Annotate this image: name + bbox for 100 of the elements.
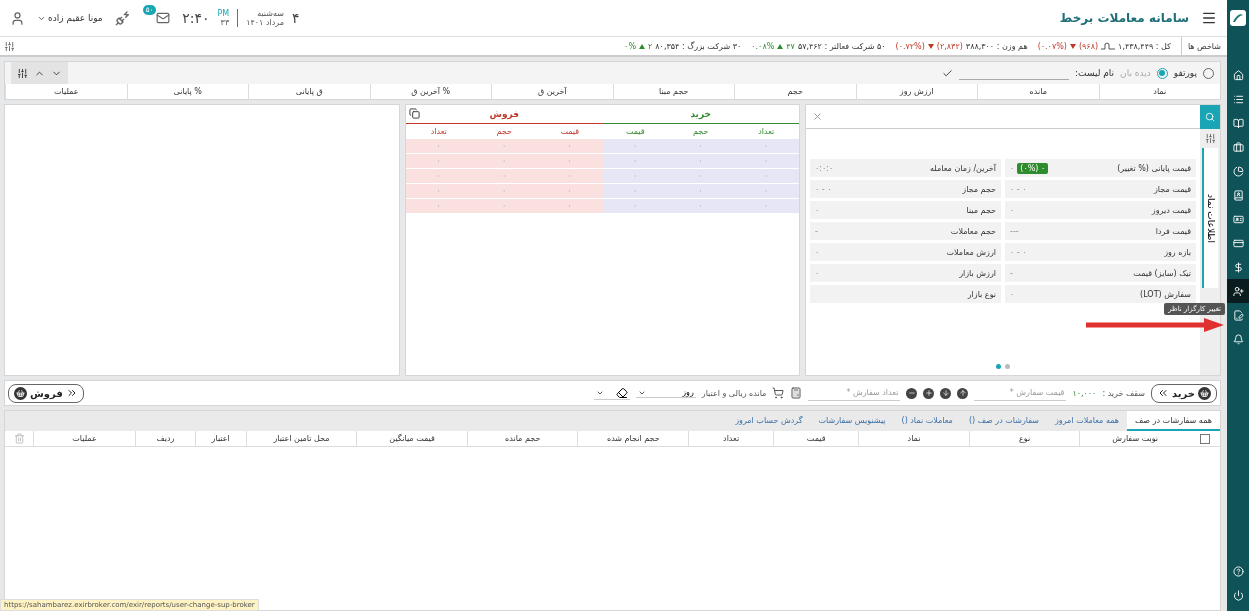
info-label: نوع بازار [967,289,996,299]
change-badge: ۰ (۰%) [1017,162,1049,174]
info-value: ۰ - ۰ [815,184,832,194]
column-header: اعتبار [194,431,246,446]
sell-button[interactable]: فروش [8,383,84,403]
column-header: % آخرین ق [369,84,491,99]
buy-cap-label: سقف خرید : [1102,388,1146,398]
column-header: نوبت سفارش [1079,431,1190,446]
minus-icon [907,389,916,397]
month-year: مرداد ۱۴۰۱ [246,18,284,28]
info-value: ۰ - ۰ [1010,247,1027,257]
basket-icon [1198,386,1211,400]
index-change: (۹۶۸) [1078,41,1099,51]
indices-label: شاخص ها [1180,37,1227,55]
info-label: قیمت فردا [1155,226,1191,236]
info-label: قیمت دیروز [1151,205,1191,215]
meridiem: PM [217,8,230,18]
info-label: حجم معاملات [950,226,996,236]
column-header: تعداد [688,431,774,446]
info-value: ۰ [1010,205,1015,215]
orders-tab[interactable]: پیشنویس سفارشات [810,411,894,431]
info-value: ۰ [815,205,820,215]
column-header: ارزش روز [855,84,977,99]
info-label: آخرین/ زمان معامله [930,163,996,173]
symbol-info-tab[interactable]: اطلاعات نماد [1202,148,1218,288]
info-value: ۰ [1010,163,1015,173]
radio-label: دیده بان [1120,68,1151,78]
column-header: نماد [1098,84,1220,99]
user-plus-icon[interactable] [1227,279,1249,303]
calculator-icon[interactable] [790,387,803,399]
index-percent: ۰% [624,41,636,51]
column-header: ق پایانی [248,84,370,99]
column-header: قیمت [559,126,581,138]
info-label: ارزش معاملات [946,247,996,257]
double-chevron-icon [1157,387,1170,399]
index-value: ۳۰ شرکت بزرگ : ۸۰,۳۵۴ [655,41,742,51]
index-percent: (۰.۷۲%) [895,41,925,51]
check-icon[interactable] [942,67,954,79]
info-label: حجم مبنا [966,205,996,215]
copy-icon[interactable] [409,108,420,119]
close-icon[interactable] [812,111,823,122]
plus-icon [924,389,933,397]
radio-label: پورتفو [1173,68,1197,78]
search-icon [1205,111,1215,122]
pager-dot[interactable] [1005,364,1010,369]
seconds: ۳۳ [220,18,230,28]
double-chevron-icon [65,387,78,399]
column-header: تعداد [429,126,448,138]
index-change: ۲ [648,41,653,51]
info-label: تیک (سایز) قیمت [1133,268,1191,278]
orders-tab[interactable]: همه معاملات امروز [1046,411,1127,431]
column-header: قیمت [624,126,646,138]
filter-icon[interactable] [17,67,28,79]
column-header: حجم مبنا [612,84,734,99]
column-header: آخرین ق [491,84,613,99]
pager-dot[interactable] [996,364,1001,369]
info-label: قیمت مجاز [1154,184,1191,194]
column-header: حجم [495,126,513,138]
list-name-label: نام لیست: [1075,68,1115,78]
column-header: ردیف [135,431,195,446]
up-arrow-icon [958,389,967,397]
info-label: قیمت پایانی (% تغییر) [1117,163,1191,173]
orders-tab[interactable]: همه سفارشات در صف [1127,411,1220,431]
validity-dropdown[interactable]: روز [635,388,696,398]
count-field[interactable]: تعداد سفارش * [808,385,901,401]
column-header: تعداد [757,126,776,138]
cart-icon[interactable] [772,387,785,399]
minus-button[interactable] [906,387,918,399]
buy-button[interactable]: خرید [1151,383,1217,403]
clock-time: ۲:۴۰ [182,10,210,26]
select-all-checkbox[interactable] [1200,433,1210,444]
plus-button[interactable] [923,387,935,399]
down-button[interactable] [940,387,952,399]
index-percent: (۰.۰۷%) [1037,41,1067,51]
up-button[interactable] [957,387,969,399]
column-header: حجم انجام شده [577,431,689,446]
eraser-dropdown[interactable] [593,386,630,400]
balance-label: مانده ریالی و اعتبار [701,388,767,398]
info-value: ۰ - ۰ [1010,184,1027,194]
column-header: نماد [858,431,969,446]
column-header: % پایانی [126,84,248,99]
user-menu[interactable]: مونا عقیم زاده [37,13,103,23]
info-value: ۰:۰:۰ [815,163,834,173]
index-value: کل : ۱,۴۳۸,۴۴۹ [1118,41,1171,51]
column-header: عملیات [5,84,127,99]
info-value: - [1010,268,1013,278]
price-field[interactable]: قیمت سفارش * [974,385,1067,401]
info-label: سفارش (LOT) [1140,289,1191,299]
index-value: هم وزن : ۳۸۸,۳۰۰ [965,41,1028,51]
app-title: سامانه معاملات برخط [1059,11,1189,25]
column-header: قیمت میانگین [356,431,467,446]
column-header: حجم [692,126,710,138]
info-value: - [815,226,818,236]
orders-tab[interactable]: معاملات نماد () [893,411,961,431]
sparkline-icon [1101,42,1116,50]
orders-tab[interactable]: گردش حساب امروز [727,411,811,431]
column-header: قیمت [773,431,859,446]
index-change: (۲,۸۳۲) [936,41,963,51]
index-change: ۴۷ [786,41,795,51]
orders-tab[interactable]: سفارشات در صف () [960,411,1047,431]
